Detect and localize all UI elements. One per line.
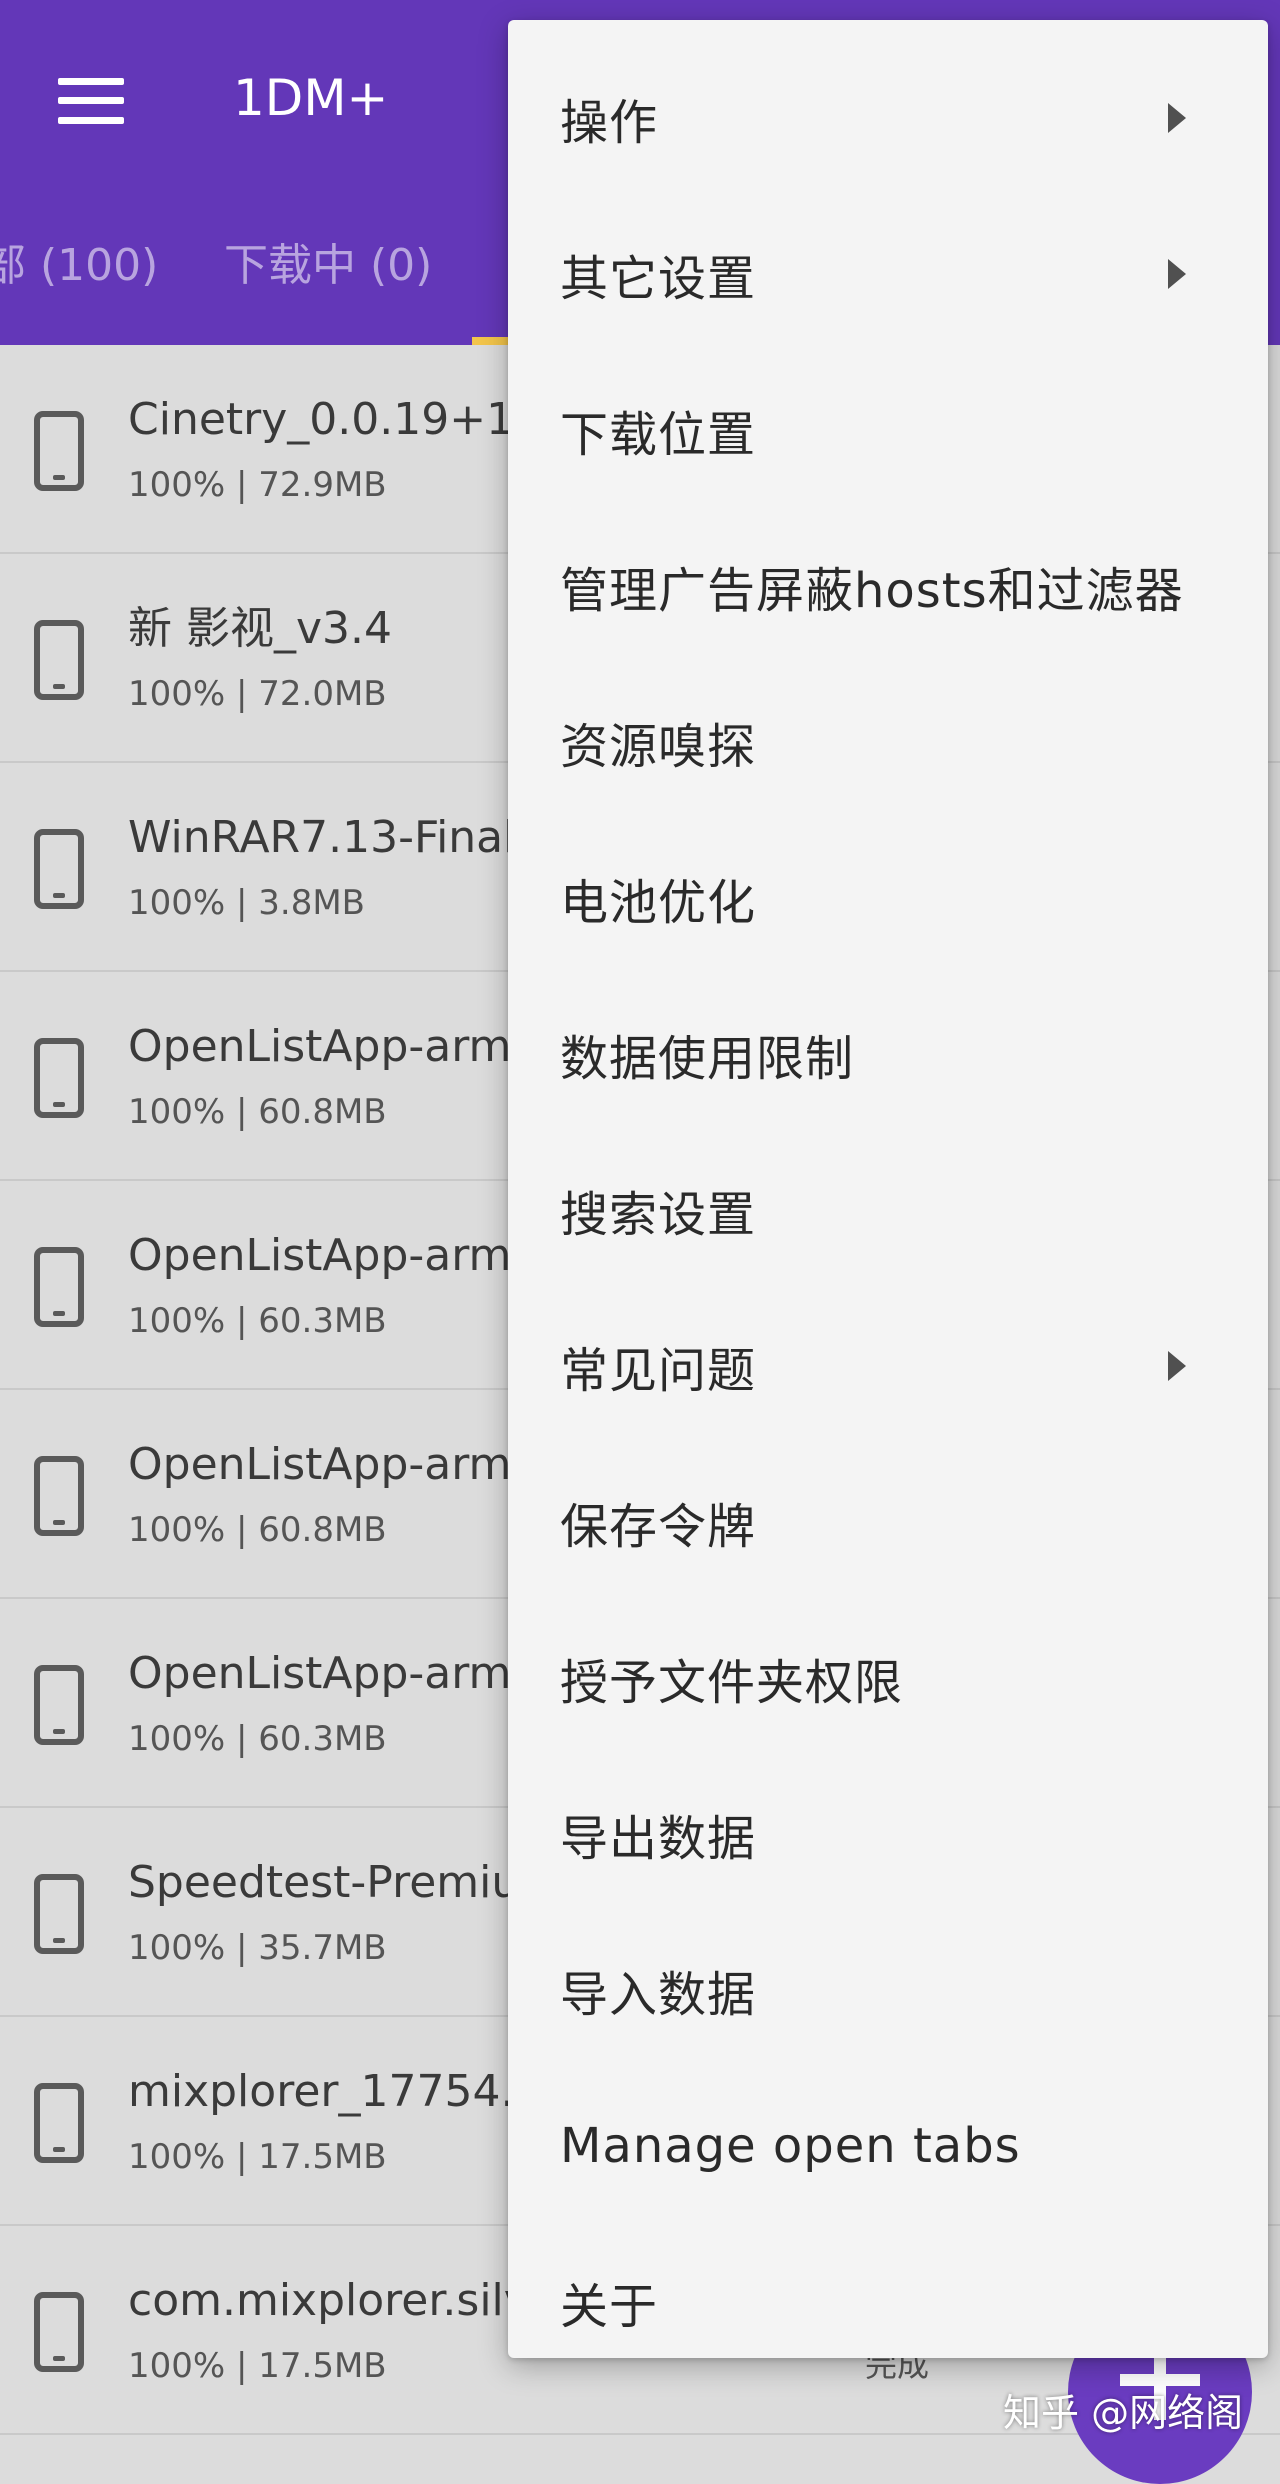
tab-all[interactable]: 部 (100) — [0, 238, 158, 294]
phone-icon — [34, 829, 84, 909]
menu-item-actions[interactable]: 操作 — [508, 40, 1268, 196]
menu-item-label: 保存令牌 — [560, 1499, 757, 1555]
menu-icon[interactable] — [58, 78, 124, 124]
menu-item-label: 管理广告屏蔽hosts和过滤器 — [560, 563, 1184, 619]
file-name: Speedtest-Premiu — [128, 1857, 520, 1908]
file-progress-size: 100% | 72.0MB — [128, 674, 387, 714]
file-progress-size: 100% | 60.3MB — [128, 1719, 387, 1759]
menu-item-import-data[interactable]: 导入数据 — [508, 1912, 1268, 2068]
menu-item-adblock-hosts[interactable]: 管理广告屏蔽hosts和过滤器 — [508, 508, 1268, 664]
menu-item-label: 其它设置 — [560, 251, 757, 307]
file-progress-size: 100% | 72.9MB — [128, 465, 387, 505]
app-title: 1DM+ — [233, 69, 389, 127]
menu-item-label: 下载位置 — [560, 407, 757, 463]
menu-item-label: 导入数据 — [560, 1967, 757, 2023]
file-progress-size: 100% | 60.3MB — [128, 1301, 387, 1341]
submenu-arrow-icon — [1168, 1351, 1186, 1381]
menu-item-save-token[interactable]: 保存令牌 — [508, 1444, 1268, 1600]
file-progress-size: 100% | 3.8MB — [128, 883, 366, 923]
menu-item-resource-sniffer[interactable]: 资源嗅探 — [508, 664, 1268, 820]
menu-item-label: 操作 — [560, 95, 659, 151]
file-progress-size: 100% | 17.5MB — [128, 2346, 387, 2386]
menu-item-search-settings[interactable]: 搜索设置 — [508, 1132, 1268, 1288]
phone-icon — [34, 1456, 84, 1536]
menu-item-label: 电池优化 — [560, 875, 757, 931]
menu-item-about[interactable]: 关于 — [508, 2224, 1268, 2380]
file-name: OpenListApp-armo — [128, 1648, 539, 1699]
phone-icon — [34, 2292, 84, 2372]
file-name: com.mixplorer.silve — [128, 2275, 557, 2326]
file-progress-size: 100% | 35.7MB — [128, 1928, 387, 1968]
menu-item-label: 关于 — [560, 2279, 659, 2335]
file-name: WinRAR7.13-Final-x — [128, 812, 558, 863]
menu-item-faq[interactable]: 常见问题 — [508, 1288, 1268, 1444]
file-progress-size: 100% | 60.8MB — [128, 1092, 387, 1132]
tab-downloading[interactable]: 下载中 (0) — [224, 238, 432, 294]
phone-icon — [34, 1874, 84, 1954]
file-name: mixplorer_17754.ap — [128, 2066, 570, 2117]
menu-item-label: 授予文件夹权限 — [560, 1655, 904, 1711]
phone-icon — [34, 1038, 84, 1118]
phone-icon — [34, 620, 84, 700]
watermark: 知乎 @网络阁 — [1003, 2391, 1244, 2435]
menu-item-export-data[interactable]: 导出数据 — [508, 1756, 1268, 1912]
overflow-menu: 操作 其它设置 下载位置 管理广告屏蔽hosts和过滤器 资源嗅探 电池优化 数… — [508, 20, 1268, 2358]
file-name: 新 影视_v3.4 — [128, 603, 392, 654]
file-name: OpenListApp-armo — [128, 1230, 539, 1281]
menu-item-download-location[interactable]: 下载位置 — [508, 352, 1268, 508]
menu-item-battery-optimization[interactable]: 电池优化 — [508, 820, 1268, 976]
file-name: OpenListApp-arme — [128, 1439, 539, 1490]
file-name: OpenListApp-arme — [128, 1021, 539, 1072]
file-progress-size: 100% | 60.8MB — [128, 1510, 387, 1550]
file-progress-size: 100% | 17.5MB — [128, 2137, 387, 2177]
menu-item-other-settings[interactable]: 其它设置 — [508, 196, 1268, 352]
phone-icon — [34, 1247, 84, 1327]
menu-item-label: 搜索设置 — [560, 1187, 757, 1243]
menu-item-label: 数据使用限制 — [560, 1031, 855, 1087]
phone-icon — [34, 2083, 84, 2163]
menu-item-label: 导出数据 — [560, 1811, 757, 1867]
menu-item-label: 资源嗅探 — [560, 719, 757, 775]
submenu-arrow-icon — [1168, 259, 1186, 289]
menu-item-label: Manage open tabs — [560, 2118, 1021, 2174]
menu-item-grant-folder-permission[interactable]: 授予文件夹权限 — [508, 1600, 1268, 1756]
menu-item-label: 常见问题 — [560, 1343, 757, 1399]
menu-item-manage-open-tabs[interactable]: Manage open tabs — [508, 2068, 1268, 2224]
phone-icon — [34, 1665, 84, 1745]
menu-item-data-usage-limit[interactable]: 数据使用限制 — [508, 976, 1268, 1132]
submenu-arrow-icon — [1168, 103, 1186, 133]
phone-icon — [34, 411, 84, 491]
